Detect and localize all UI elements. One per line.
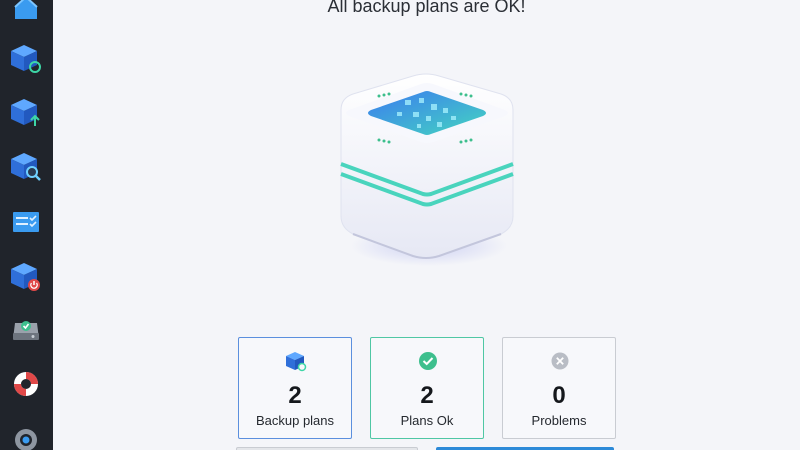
sidebar-item-power[interactable] xyxy=(8,258,44,294)
sidebar-item-backup[interactable] xyxy=(8,94,44,130)
backup-box-illustration xyxy=(340,73,514,266)
sidebar-item-home[interactable] xyxy=(8,0,44,26)
problems-label: Problems xyxy=(531,413,587,428)
problems-card[interactable]: 0 Problems xyxy=(502,337,616,439)
backup-restore-icon xyxy=(11,45,41,73)
plans-ok-label: Plans Ok xyxy=(400,413,454,428)
backup-cube-icon xyxy=(286,352,307,372)
sidebar-item-search[interactable] xyxy=(8,148,44,184)
backup-plans-count: 2 xyxy=(288,382,302,409)
sidebar-item-support[interactable] xyxy=(8,366,44,402)
sidebar-item-tasks[interactable] xyxy=(8,204,44,240)
plans-ok-card[interactable]: 2 Plans Ok xyxy=(370,337,484,439)
backup-plans-card[interactable]: 2 Backup plans xyxy=(238,337,352,439)
status-headline: All backup plans are OK! xyxy=(327,0,526,16)
home-icon xyxy=(14,0,38,19)
sidebar xyxy=(0,0,53,450)
sidebar-item-restore[interactable] xyxy=(8,40,44,76)
backup-upload-icon xyxy=(11,99,40,126)
backup-power-icon xyxy=(11,263,40,291)
backup-plans-label: Backup plans xyxy=(255,413,335,428)
check-circle-icon xyxy=(419,352,437,370)
settings-icon xyxy=(15,429,37,450)
backup-search-icon xyxy=(11,153,41,181)
main-content: All backup plans are OK! 2 Backup plans … xyxy=(53,0,800,450)
plans-ok-count: 2 xyxy=(420,382,434,409)
sidebar-item-drive[interactable] xyxy=(8,312,44,348)
task-list-icon xyxy=(13,212,39,232)
drive-ok-icon xyxy=(13,321,39,340)
problems-count: 0 xyxy=(552,382,566,409)
sidebar-item-settings[interactable] xyxy=(8,422,44,450)
lifebuoy-icon xyxy=(14,372,38,396)
x-circle-icon xyxy=(551,352,569,370)
